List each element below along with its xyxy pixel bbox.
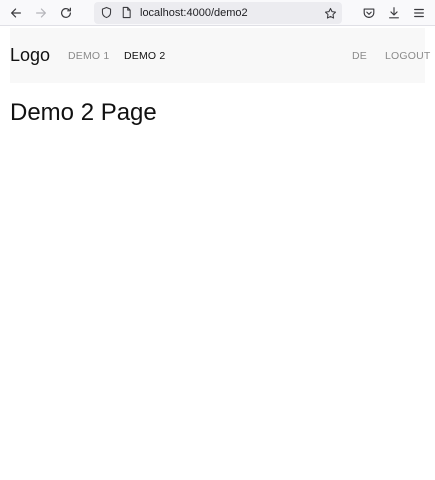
nav-link-demo-1[interactable]: DEMO 1 <box>68 49 109 63</box>
star-icon[interactable] <box>322 5 338 21</box>
page-icon <box>120 6 134 20</box>
download-icon[interactable] <box>384 3 404 23</box>
hamburger-menu-icon[interactable] <box>409 3 429 23</box>
app-header: Logo DEMO 1 DEMO 2 DE LOGOUT <box>10 28 430 83</box>
shield-icon[interactable] <box>100 6 114 20</box>
arrow-right-icon[interactable] <box>31 3 51 23</box>
nav-link-demo-2[interactable]: DEMO 2 <box>124 49 165 63</box>
language-switch[interactable]: DE <box>352 49 367 63</box>
browser-toolbar: localhost:4000/demo2 <box>0 0 435 26</box>
reload-icon[interactable] <box>56 3 76 23</box>
logo[interactable]: Logo <box>10 44 50 66</box>
pocket-icon[interactable] <box>359 3 379 23</box>
page-title: Demo 2 Page <box>10 99 157 126</box>
logout-link[interactable]: LOGOUT <box>385 49 431 63</box>
arrow-left-icon[interactable] <box>6 3 26 23</box>
url-text[interactable]: localhost:4000/demo2 <box>140 7 322 19</box>
url-bar[interactable]: localhost:4000/demo2 <box>94 2 342 24</box>
